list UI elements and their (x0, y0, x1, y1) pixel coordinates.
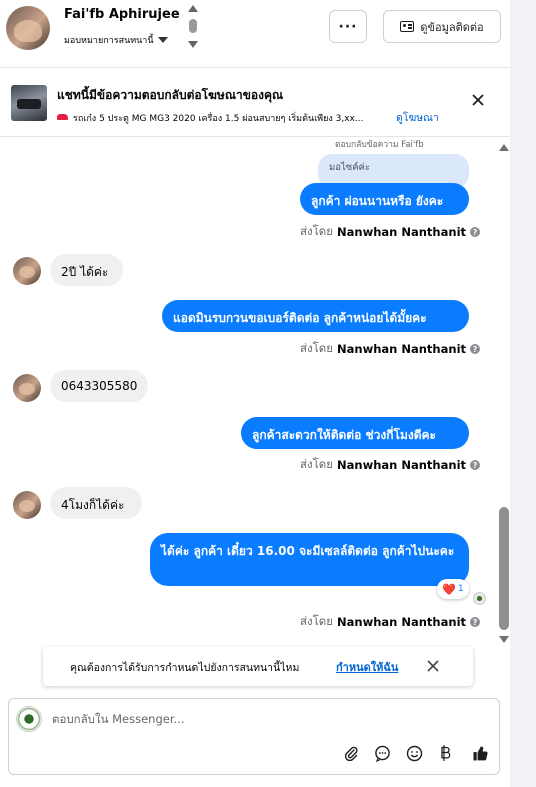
sent-by-prefix: ส่งโดย (300, 614, 334, 628)
scroll-stepper[interactable] (188, 5, 198, 49)
car-icon (57, 113, 68, 120)
outgoing-message[interactable]: ลูกค้า ผ่อนนานหรือ ยังคะ (300, 183, 469, 215)
assign-label: มอบหมายการสนทนานี้ (64, 36, 154, 46)
sender-name: Nanwhan Nanthanit (337, 225, 467, 239)
baht-icon[interactable] (437, 744, 455, 762)
incoming-message[interactable]: 2ปี ได้ค่ะ (50, 254, 123, 286)
reply-input[interactable] (52, 712, 482, 726)
info-icon[interactable]: ? (470, 460, 481, 470)
conversation-panel: Fai'fb Aphirujee มอบหมายการสนทนานี้ ··· … (0, 0, 510, 787)
assign-prompt-text: คุณต้องการได้รับการกำหนดไปยังการสนทนานี้… (70, 662, 300, 674)
message-list[interactable]: ตอบกลับข้อความ Fai'fb มอไซค์ค่ะ ลูกค้า ผ… (0, 137, 496, 647)
conversation-header: Fai'fb Aphirujee มอบหมายการสนทนานี้ ··· … (0, 0, 510, 68)
ad-banner-title: แชทนี้มีข้อความตอบกลับต่อโฆษณาของคุณ (57, 88, 284, 102)
contact-name[interactable]: Fai'fb Aphirujee (64, 7, 180, 22)
emoji-icon[interactable] (405, 744, 423, 762)
sent-by-line: ส่งโดย Nanwhan Nanthanit ? (300, 613, 481, 631)
like-icon[interactable] (471, 744, 489, 762)
assign-to-me-link[interactable]: กำหนดให้ฉัน (336, 658, 398, 676)
sent-by-prefix: ส่งโดย (300, 224, 334, 238)
arrow-down-icon[interactable] (188, 41, 198, 48)
incoming-message[interactable]: 4โมงก็ได้ค่ะ (50, 487, 142, 519)
info-icon[interactable]: ? (470, 344, 481, 354)
attachment-icon[interactable] (342, 744, 360, 762)
reaction-count: 1 (457, 584, 464, 594)
close-icon[interactable] (469, 91, 487, 109)
scroll-up-arrow[interactable] (499, 144, 509, 151)
reaction-badge[interactable]: ❤️ 1 (437, 579, 469, 599)
contact-info-label: ดูข้อมูลติดต่อ (420, 20, 484, 34)
close-icon[interactable] (426, 659, 440, 673)
outgoing-message[interactable]: ได้ค่ะ ลูกค้า เดี๋ยว 16.00 จะมีเซลล์ติดต… (150, 533, 469, 586)
page-right-edge (508, 0, 536, 787)
ad-banner-details: รถเก๋ง 5 ประตู MG MG3 2020 เครื่อง 1.5 ผ… (57, 109, 439, 126)
assign-dropdown[interactable]: มอบหมายการสนทนานี้ (64, 33, 168, 47)
outgoing-message[interactable]: แอดมินรบกวนขอเบอร์ติดต่อ ลูกค้าหน่อยได้ม… (162, 300, 469, 332)
sent-by-line: ส่งโดย Nanwhan Nanthanit ? (300, 223, 481, 241)
scroll-down-arrow[interactable] (499, 636, 509, 643)
sender-name: Nanwhan Nanthanit (337, 615, 467, 629)
ad-thumbnail[interactable] (11, 85, 47, 121)
ad-reply-banner: แชทนี้มีข้อความตอบกลับต่อโฆษณาของคุณ รถเ… (0, 69, 510, 137)
assign-prompt: คุณต้องการได้รับการกำหนดไปยังการสนทนานี้… (43, 647, 473, 686)
sent-by-prefix: ส่งโดย (300, 341, 334, 355)
contact-avatar-small[interactable] (13, 374, 41, 402)
incoming-message[interactable]: 0643305580 (50, 370, 148, 402)
contact-avatar-small[interactable] (13, 491, 41, 519)
outgoing-message[interactable]: ลูกค้าสะดวกให้ติดต่อ ช่วงกี่โมงดีคะ (241, 417, 469, 449)
message-composer (8, 698, 500, 775)
scrollbar-thumb[interactable] (499, 507, 509, 630)
sent-by-prefix: ส่งโดย (300, 457, 334, 471)
sender-name: Nanwhan Nanthanit (337, 458, 467, 472)
chevron-down-icon (157, 37, 168, 43)
contact-avatar[interactable] (6, 6, 50, 50)
sent-by-line: ส่งโดย Nanwhan Nanthanit ? (300, 340, 481, 358)
stepper-knob[interactable] (189, 19, 197, 33)
view-ad-link[interactable]: ดูโฆษณา (396, 109, 439, 126)
heart-icon: ❤️ (442, 582, 456, 596)
saved-reply-icon[interactable] (373, 744, 391, 762)
sender-name: Nanwhan Nanthanit (337, 342, 467, 356)
more-options-button[interactable]: ··· (329, 10, 367, 43)
contact-card-icon (400, 21, 415, 32)
info-icon[interactable]: ? (470, 227, 481, 237)
arrow-up-icon[interactable] (188, 5, 198, 12)
page-avatar (16, 706, 42, 732)
info-icon[interactable]: ? (470, 617, 481, 627)
seen-by-avatar (473, 592, 486, 605)
ad-description: รถเก๋ง 5 ประตู MG MG3 2020 เครื่อง 1.5 ผ… (73, 113, 364, 124)
more-label: ··· (338, 18, 358, 35)
contact-avatar-small[interactable] (13, 257, 41, 285)
reply-reference: ตอบกลับข้อความ Fai'fb (335, 140, 424, 150)
contact-info-button[interactable]: ดูข้อมูลติดต่อ (383, 10, 501, 43)
sent-by-line: ส่งโดย Nanwhan Nanthanit ? (300, 456, 481, 474)
